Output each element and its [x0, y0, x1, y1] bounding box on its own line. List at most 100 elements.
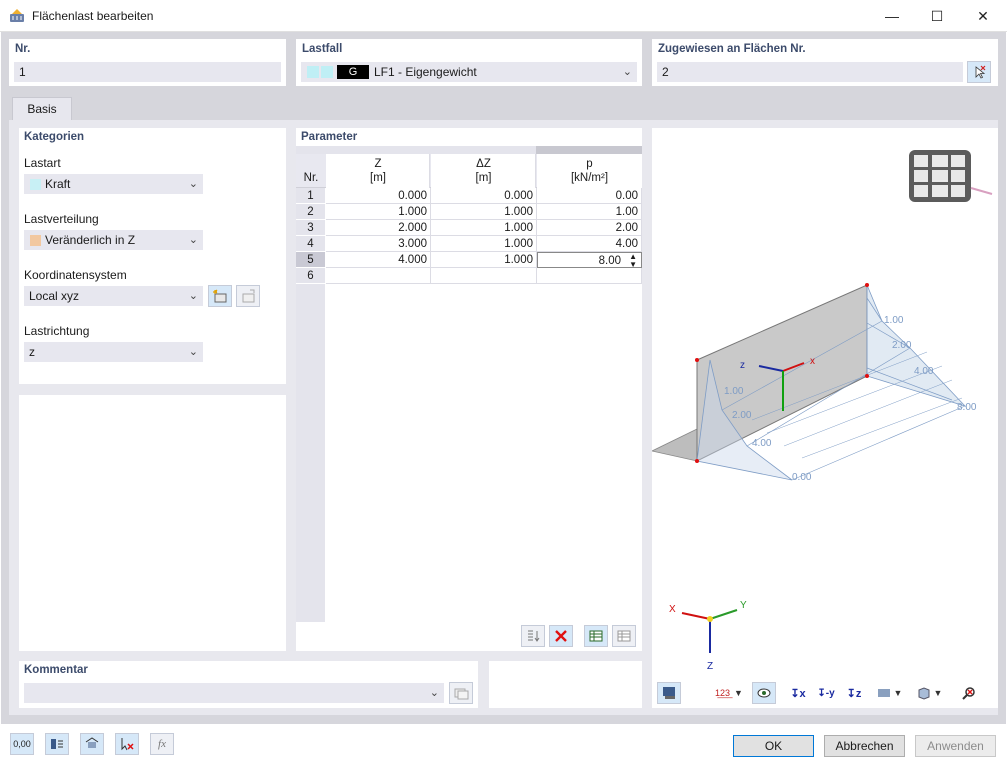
row-number[interactable]: 6 [296, 268, 325, 284]
display-icon [85, 737, 99, 748]
table-cell-p[interactable]: 2.00 [537, 220, 642, 236]
lastfall-value: LF1 - Eigengewicht [374, 65, 477, 79]
display-button[interactable] [80, 733, 104, 755]
zugewiesen-field[interactable]: 2 [657, 62, 963, 82]
kommentar-select[interactable]: ⌄ [24, 683, 444, 703]
table-cell-z[interactable]: 3.000 [326, 236, 431, 252]
view-dropdown[interactable]: ▼ [910, 682, 948, 704]
row-number[interactable]: 5 [296, 252, 325, 268]
table-cell-dz[interactable]: 1.000 [431, 252, 537, 268]
view-x-button[interactable]: ↧x [786, 682, 810, 704]
chevron-down-icon: ⌄ [188, 346, 198, 358]
col-dz-header: ΔZ [m] [431, 154, 536, 188]
kategorien-title: Kategorien [24, 131, 85, 143]
lastart-label: Lastart [24, 156, 61, 170]
sort-button[interactable] [521, 625, 545, 647]
lastrichtung-label: Lastrichtung [24, 324, 90, 338]
zugewiesen-panel: Zugewiesen an Flächen Nr. 2 [652, 39, 998, 86]
row-number[interactable]: 4 [296, 236, 325, 252]
delete-icon [555, 630, 567, 642]
units-button[interactable]: 0,00 [10, 733, 34, 755]
table-cell-dz[interactable]: 1.000 [431, 204, 537, 220]
lastverteilung-select[interactable]: Veränderlich in Z ⌄ [24, 230, 203, 250]
import-table-button[interactable] [612, 625, 636, 647]
table-cell-p[interactable]: 1.00 [537, 204, 642, 220]
box-view-icon [918, 687, 930, 700]
table-cell-z[interactable] [326, 268, 431, 284]
clear-button[interactable] [115, 733, 139, 755]
reset-view-button[interactable] [957, 682, 981, 704]
3d-viewport[interactable]: 1.00 2.00 4.00 8.00 1.00 2.00 4.00 0.00 … [652, 128, 998, 708]
function-button[interactable]: fx [150, 733, 174, 755]
table-cell-z[interactable]: 1.000 [326, 204, 431, 220]
edit-value: 8.00 [598, 255, 621, 267]
minimize-button[interactable]: — [869, 0, 915, 32]
table-cell-p[interactable] [537, 268, 642, 284]
load-value-label: 4.00 [914, 366, 934, 377]
col-p-name: p [586, 158, 593, 170]
table-cell-dz[interactable]: 0.000 [431, 188, 537, 204]
cancel-button[interactable]: Abbrechen [824, 735, 905, 757]
kommentar-label: Kommentar [24, 664, 88, 676]
table-cell-p[interactable]: 8.00 ▲ ▼ [537, 252, 642, 269]
table-cell-p[interactable]: 0.00 [537, 188, 642, 204]
display-mode-icon [877, 689, 890, 697]
col-p-header: p [kN/m²] [537, 154, 642, 188]
apply-button[interactable]: Anwenden [915, 735, 996, 757]
table-header: Z [m] ΔZ [m] p [kN/m²] Nr. [296, 154, 642, 188]
view-z-button[interactable]: ↧z [842, 682, 866, 704]
eye-icon [757, 688, 771, 698]
show-values-button[interactable] [752, 682, 776, 704]
edit-coordsys-icon [242, 289, 255, 303]
lastverteilung-color-swatch [30, 235, 41, 246]
clear-icon [121, 738, 134, 751]
table-cell-dz[interactable] [431, 268, 537, 284]
table-cell-dz[interactable]: 1.000 [431, 236, 537, 252]
empty-panel [489, 661, 642, 708]
navigation-cube[interactable] [909, 150, 993, 202]
ok-button[interactable]: OK [733, 735, 814, 757]
parameter-panel: Parameter Z [m] ΔZ [m] p [kN/m²] Nr. 1 0.… [296, 128, 642, 651]
zoom-reset-icon [962, 687, 975, 700]
close-button[interactable]: ✕ [960, 0, 1006, 32]
row-number[interactable]: 1 [296, 188, 325, 204]
view-minus-y-button[interactable]: ↧-y [814, 682, 838, 704]
table-import-icon [617, 630, 631, 642]
koordinatensystem-value: Local xyz [29, 289, 80, 303]
nr-field[interactable]: 1 [14, 62, 281, 82]
nr-panel: Nr. 1 [9, 39, 286, 86]
load-value-label: 2.00 [892, 340, 912, 351]
new-coordinate-system-button[interactable] [208, 285, 232, 307]
select-surfaces-button[interactable] [967, 61, 991, 83]
table-cell-z[interactable]: 0.000 [326, 188, 431, 204]
lastart-select[interactable]: Kraft ⌄ [24, 174, 203, 194]
koordinatensystem-select[interactable]: Local xyz ⌄ [24, 286, 203, 306]
lastart-value: Kraft [45, 177, 71, 191]
tab-basis[interactable]: Basis [12, 97, 72, 121]
title-bar: Flächenlast bearbeiten — ☐ ✕ [0, 0, 1007, 32]
table-cell-dz[interactable]: 1.000 [431, 220, 537, 236]
row-number[interactable]: 3 [296, 220, 325, 236]
lastfall-select[interactable]: G LF1 - Eigengewicht ⌄ [301, 62, 637, 82]
row-number[interactable]: 2 [296, 204, 325, 220]
table-cell-z[interactable]: 4.000 [326, 252, 431, 268]
col-nr-header: Nr. [303, 172, 319, 184]
column-group-header-p [536, 146, 642, 154]
delete-row-button[interactable] [549, 625, 573, 647]
table-cell-p[interactable]: 4.00 [537, 236, 642, 252]
loadcase-code: G [337, 65, 369, 79]
local-z-label: z [740, 360, 745, 371]
chevron-down-icon: ⌄ [188, 290, 198, 302]
edit-coordinate-system-button[interactable] [236, 285, 260, 307]
comment-library-button[interactable] [449, 682, 473, 704]
maximize-button[interactable]: ☐ [914, 0, 960, 32]
lastrichtung-select[interactable]: z ⌄ [24, 342, 203, 362]
table-cell-z[interactable]: 2.000 [326, 220, 431, 236]
info-panel [19, 395, 286, 651]
section-button[interactable] [45, 733, 69, 755]
viewport-settings-button[interactable] [657, 682, 681, 704]
numbering-dropdown[interactable]: 1̲2̲3̲ ▼ [710, 682, 748, 704]
export-table-button[interactable] [584, 625, 608, 647]
spinner-icon[interactable]: ▲ ▼ [629, 253, 637, 269]
display-mode-dropdown[interactable]: ▼ [870, 682, 908, 704]
